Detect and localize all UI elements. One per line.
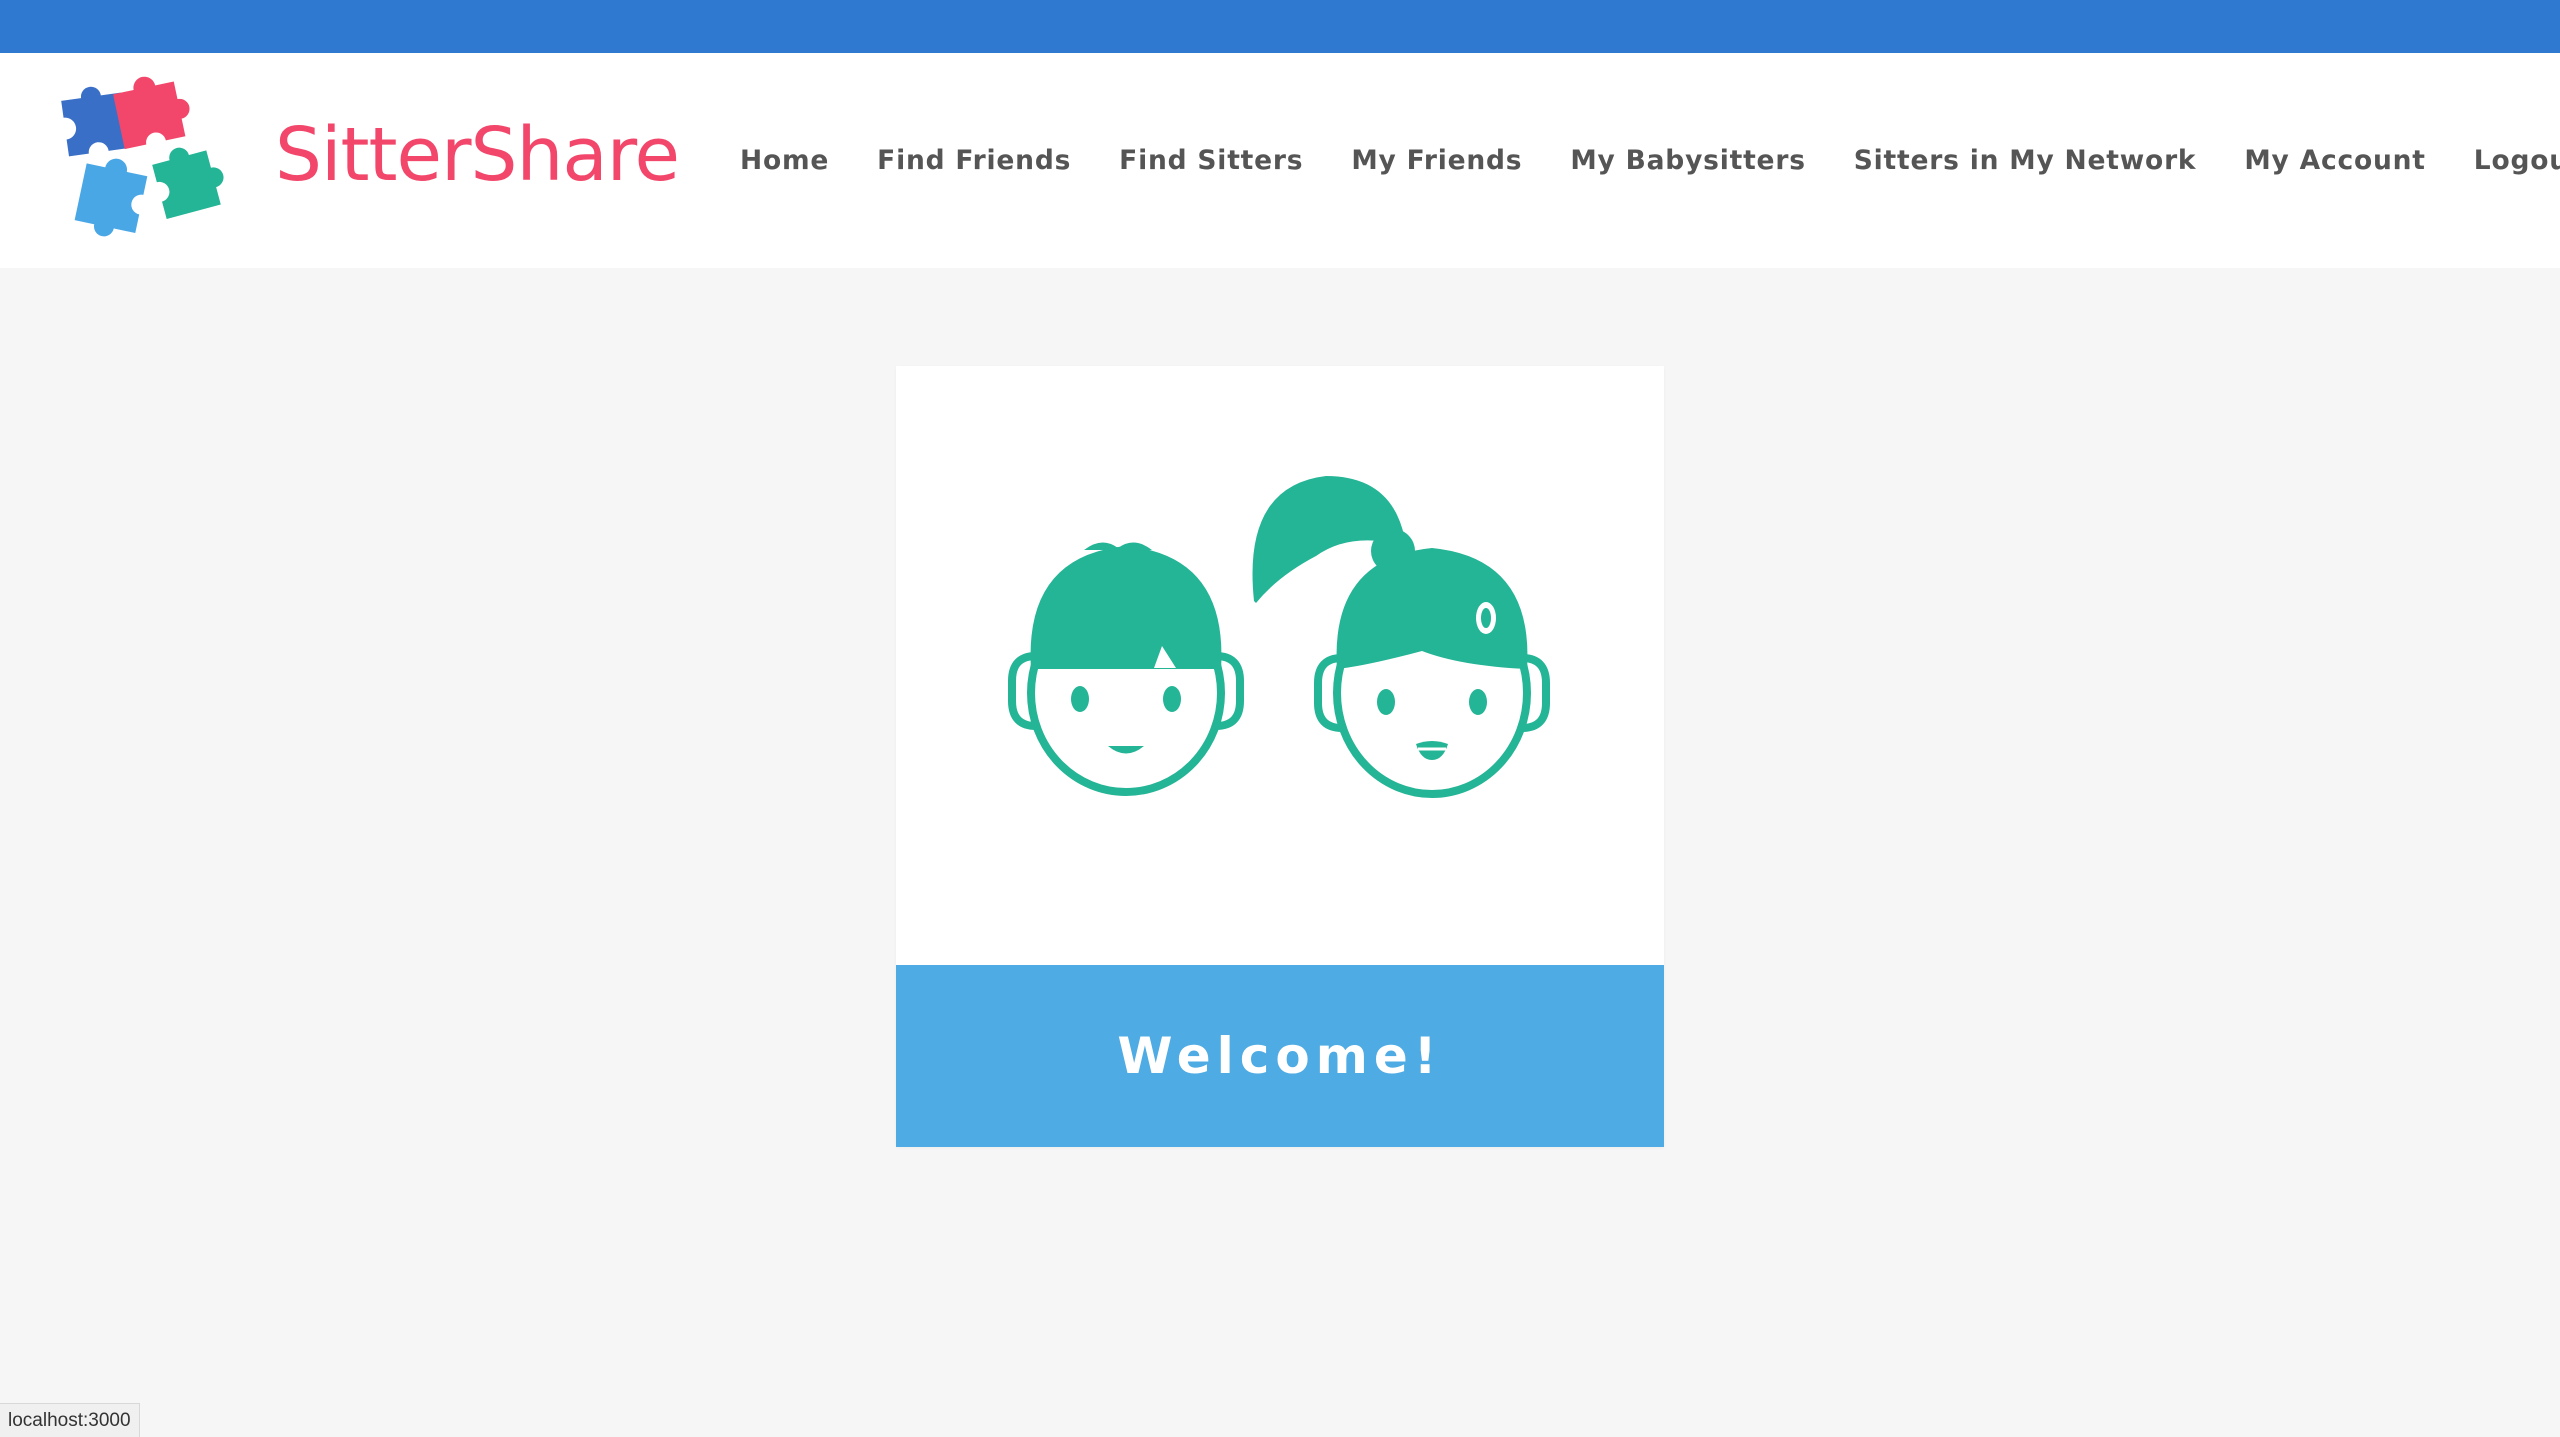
- nav-item-my-account[interactable]: My Account: [2244, 145, 2425, 176]
- welcome-card: Welcome!: [896, 366, 1664, 1147]
- nav-item-sitters-in-my-network[interactable]: Sitters in My Network: [1854, 145, 2197, 176]
- nav-item-find-friends[interactable]: Find Friends: [877, 145, 1071, 176]
- puzzle-pieces-logo-icon: [54, 76, 224, 237]
- kids-faces-icon: [1008, 476, 1550, 798]
- nav-item-logout[interactable]: Logout: [2474, 145, 2560, 176]
- nav-item-home[interactable]: Home: [740, 145, 829, 176]
- main-nav: Home Find Friends Find Sitters My Friend…: [740, 53, 2560, 268]
- welcome-banner: Welcome!: [896, 965, 1664, 1147]
- brand-name: SitterShare: [275, 112, 680, 198]
- nav-item-find-sitters[interactable]: Find Sitters: [1119, 145, 1303, 176]
- nav-item-my-friends[interactable]: My Friends: [1351, 145, 1522, 176]
- nav-item-my-babysitters[interactable]: My Babysitters: [1570, 145, 1805, 176]
- welcome-title: Welcome!: [1117, 1027, 1443, 1085]
- browser-top-strip: [0, 0, 2560, 53]
- site-header: SitterShare Home Find Friends Find Sitte…: [0, 53, 2560, 268]
- status-bar-url: localhost:3000: [0, 1403, 140, 1437]
